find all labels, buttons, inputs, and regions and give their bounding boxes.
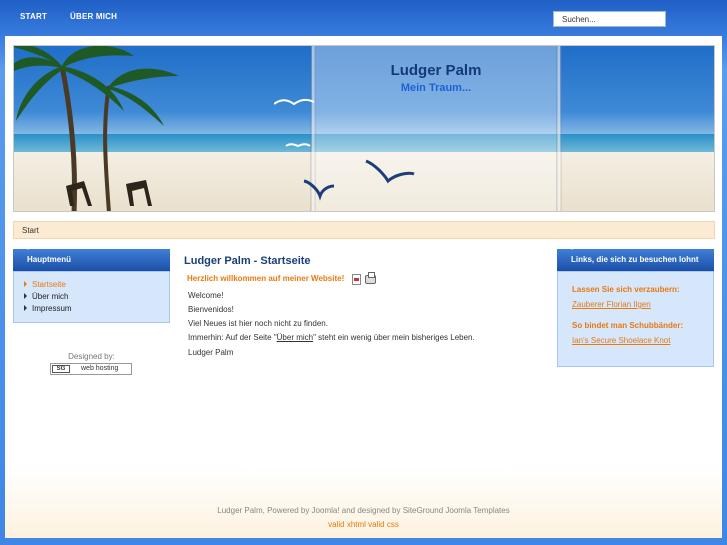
main-menu-header: Hauptmenü bbox=[13, 246, 170, 271]
arrow-right-icon bbox=[24, 281, 27, 287]
content-line: Welcome! bbox=[188, 291, 224, 300]
content-line: Bienvenidos! bbox=[188, 305, 234, 314]
chevron-down-icon bbox=[569, 246, 575, 250]
top-navigation: START ÜBER MICH bbox=[0, 0, 727, 36]
links-heading: Lassen Sie sich verzaubern: bbox=[572, 285, 680, 294]
badge-text: web hosting bbox=[81, 365, 119, 372]
search-input[interactable] bbox=[553, 11, 666, 27]
menu-item-ueber-mich[interactable]: Über mich bbox=[24, 292, 68, 301]
seagulls-illustration bbox=[274, 98, 415, 201]
main-menu: Startseite Über mich Impressum bbox=[13, 271, 170, 323]
link-shoelace[interactable]: Ian's Secure Shoelace Knot bbox=[572, 336, 670, 345]
header-banner: Ludger Palm Mein Traum... bbox=[13, 45, 715, 212]
content-line: Immerhin: Auf der Seite "Über mich" steh… bbox=[188, 333, 475, 342]
site-title: Ludger Palm bbox=[390, 62, 482, 79]
chevron-down-icon bbox=[25, 246, 31, 250]
arrow-right-icon bbox=[24, 293, 27, 299]
footer-validation-links[interactable]: valid xhtml valid css bbox=[0, 520, 727, 529]
intro-heading: Herzlich willkommen auf meiner Website! bbox=[187, 274, 345, 283]
page-title: Ludger Palm - Startseite bbox=[184, 255, 311, 267]
footer-credits: Ludger Palm, Powered by Joomla! and desi… bbox=[217, 506, 510, 515]
links-heading: So bindet man Schubbänder: bbox=[572, 321, 684, 330]
nav-item-start[interactable]: START bbox=[20, 12, 47, 21]
pdf-icon[interactable] bbox=[352, 274, 361, 285]
content-line: Ludger Palm bbox=[188, 348, 234, 357]
designed-by-label: Designed by: bbox=[68, 352, 115, 361]
ueber-mich-link[interactable]: Über mich bbox=[277, 333, 313, 342]
breadcrumb: Start bbox=[13, 221, 715, 239]
web-hosting-badge[interactable]: SG web hosting bbox=[50, 363, 132, 375]
links-module-header: Links, die sich zu besuchen lohnt bbox=[557, 246, 714, 271]
siteground-logo-icon: SG bbox=[52, 365, 70, 373]
arrow-right-icon bbox=[24, 305, 27, 311]
nav-item-ueber-mich[interactable]: ÜBER MICH bbox=[70, 12, 117, 21]
content-line: Viel Neues ist hier noch nicht zu finden… bbox=[188, 319, 328, 328]
menu-item-startseite[interactable]: Startseite bbox=[24, 280, 66, 289]
menu-item-impressum[interactable]: Impressum bbox=[24, 304, 72, 313]
palm-beach-illustration bbox=[14, 46, 311, 211]
main-menu-title: Hauptmenü bbox=[27, 255, 71, 264]
site-slogan: Mein Traum... bbox=[400, 82, 472, 94]
links-module-title: Links, die sich zu besuchen lohnt bbox=[571, 255, 699, 264]
link-zauberer[interactable]: Zauberer Florian Ilgen bbox=[572, 300, 651, 309]
print-icon[interactable] bbox=[365, 272, 376, 284]
breadcrumb-item[interactable]: Start bbox=[22, 226, 39, 235]
